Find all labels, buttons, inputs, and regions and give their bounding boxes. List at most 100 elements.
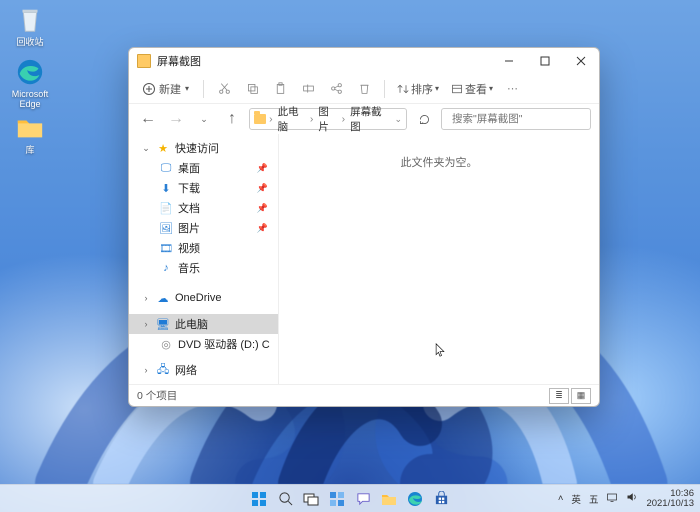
sidebar-onedrive[interactable]: › ☁ OneDrive [129,288,278,308]
breadcrumb[interactable]: 屏幕截图 [348,104,388,134]
empty-folder-text: 此文件夹为空。 [279,134,599,384]
chevron-down-icon: ⌄ [141,143,151,154]
chevron-right-icon: › [141,293,151,303]
view-button[interactable]: 查看 ▾ [447,79,497,99]
address-bar[interactable]: › 此电脑 › 图片 › 屏幕截图 ⌄ [249,108,407,130]
clock[interactable]: 10:36 2021/10/13 [646,489,694,508]
new-button[interactable]: 新建 ▾ [137,79,195,99]
quick-item-icon: 🎞 [159,241,173,255]
nav-sidebar: ⌄ ★ 快速访问 🖵桌面📌⬇下载📌📄文档📌🖼图片📌🎞视频♪音乐 › ☁ OneD… [129,134,279,384]
new-label: 新建 [159,81,181,97]
desktop-icon-edge[interactable]: Microsoft Edge [6,56,54,110]
explorer-window: 屏幕截图 新建 ▾ 排序 ▾ 查看 ▾ ⋯ [128,47,600,407]
sidebar-quick-item[interactable]: ♪ 音乐 [129,258,278,278]
cut-button[interactable] [212,77,236,101]
sidebar-item-label: 音乐 [178,260,200,276]
sidebar-item-label: 文档 [178,200,200,216]
sidebar-this-pc[interactable]: › 🖥 此电脑 [129,314,278,334]
sidebar-quick-item[interactable]: 🎞 视频 [129,238,278,258]
clock-date: 2021/10/13 [646,499,694,509]
desktop-icon-folder[interactable]: 库 [6,112,54,156]
breadcrumb[interactable]: 图片 [316,104,338,134]
taskbar-center [249,489,451,509]
sidebar-item-label: 下载 [178,180,200,196]
task-view-button[interactable] [301,489,321,509]
copy-button[interactable] [240,77,264,101]
ime-mode[interactable]: 五 [589,492,599,506]
chevron-down-icon: ▾ [185,84,189,93]
breadcrumb-separator: › [269,113,273,125]
recent-button[interactable]: ⌄ [193,108,215,130]
maximize-button[interactable] [527,48,563,74]
breadcrumb-separator: › [342,113,346,125]
sidebar-quick-item[interactable]: 📄文档📌 [129,198,278,218]
network-icon[interactable] [606,491,618,506]
minimize-button[interactable] [491,48,527,74]
quick-item-icon: 🖼 [159,221,173,235]
back-button[interactable]: ← [137,108,159,130]
pin-icon: 📌 [257,203,268,214]
sidebar-quick-item[interactable]: ⬇ 下载 📌 [129,178,278,198]
paste-button[interactable] [268,77,292,101]
tray-expand-icon[interactable]: ˄ [558,493,564,504]
search-input[interactable] [452,113,587,125]
folder-icon [254,114,266,124]
edge-button[interactable] [405,489,425,509]
icons-view-button[interactable]: ▦ [571,388,591,404]
more-button[interactable]: ⋯ [501,77,525,101]
store-button[interactable] [431,489,451,509]
pc-icon: 🖥 [156,317,170,331]
view-label: 查看 [465,81,487,97]
sidebar-quick-item[interactable]: 🖵桌面📌 [129,158,278,178]
ime-indicator[interactable]: 英 [571,492,581,506]
sidebar-dvd[interactable]: ◎ DVD 驱动器 (D:) C [129,334,278,354]
sort-icon [397,83,409,95]
view-icon [451,83,463,95]
refresh-button[interactable] [413,108,435,130]
chevron-right-icon: › [141,365,151,375]
chat-button[interactable] [353,489,373,509]
window-folder-icon [137,54,151,68]
share-button[interactable] [324,77,348,101]
sidebar-quick-access[interactable]: ⌄ ★ 快速访问 [129,138,278,158]
volume-icon[interactable] [626,491,638,506]
breadcrumb-separator: › [310,113,314,125]
quick-item-icon: ♪ [159,261,173,275]
titlebar[interactable]: 屏幕截图 [129,48,599,74]
delete-button[interactable] [352,77,376,101]
sort-label: 排序 [411,81,433,97]
chevron-down-icon[interactable]: ⌄ [394,114,402,125]
window-title: 屏幕截图 [157,53,491,69]
widgets-button[interactable] [327,489,347,509]
chevron-right-icon: › [141,319,151,329]
rename-button[interactable] [296,77,320,101]
sidebar-item-label: 此电脑 [175,316,208,332]
breadcrumb[interactable]: 此电脑 [276,104,307,134]
pin-icon: 📌 [257,163,268,174]
sidebar-item-label: 快速访问 [175,140,219,156]
desktop-icon-label: Microsoft Edge [6,90,54,110]
sidebar-network[interactable]: › 🖧 网络 [129,360,278,380]
quick-item-icon: 🖵 [159,161,173,175]
pin-icon: 📌 [257,183,268,194]
quick-item-icon: ⬇ [159,181,173,195]
forward-button[interactable]: → [165,108,187,130]
start-button[interactable] [249,489,269,509]
sidebar-quick-item[interactable]: 🖼图片📌 [129,218,278,238]
desktop-icon-recycle-bin[interactable]: 回收站 [6,4,54,48]
details-view-button[interactable]: ≣ [549,388,569,404]
explorer-button[interactable] [379,489,399,509]
sidebar-item-label: 视频 [178,240,200,256]
separator [384,80,385,98]
disc-icon: ◎ [159,337,173,351]
sidebar-item-label: 网络 [175,362,197,378]
search-button[interactable] [275,489,295,509]
item-count: 0 个项目 [137,388,177,403]
recycle-bin-icon [14,4,46,36]
search-box[interactable] [441,108,591,130]
separator [203,80,204,98]
sort-button[interactable]: 排序 ▾ [393,79,443,99]
up-button[interactable]: ↑ [221,108,243,130]
chevron-down-icon: ▾ [489,84,493,93]
close-button[interactable] [563,48,599,74]
